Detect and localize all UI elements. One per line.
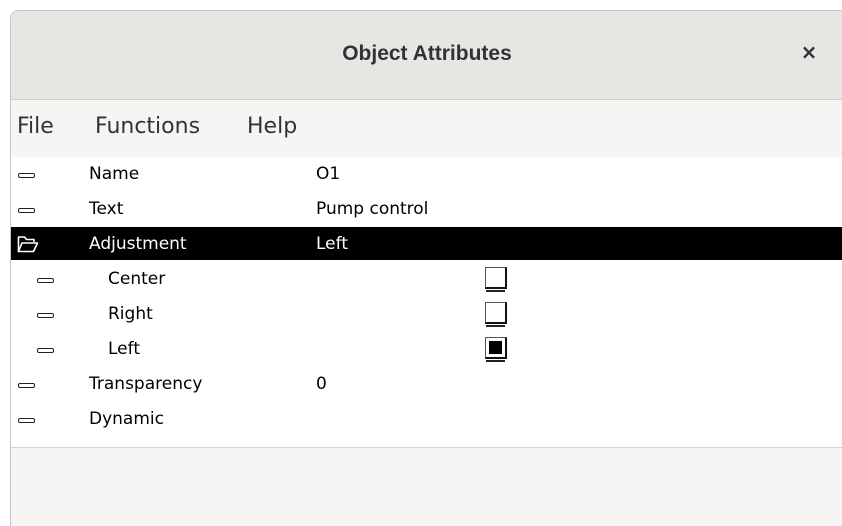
attribute-value: Pump control <box>316 199 429 219</box>
attribute-label: Adjustment <box>89 234 187 254</box>
attribute-label: Text <box>89 199 124 219</box>
menu-help[interactable]: Help <box>247 114 297 139</box>
option-label: Center <box>108 269 166 289</box>
center-checkbox[interactable] <box>485 267 507 292</box>
adjustment-option-left[interactable]: Left <box>11 332 842 366</box>
attribute-tree: Name O1 Text Pump control Adjustment Lef… <box>11 157 842 448</box>
attribute-row-adjustment[interactable]: Adjustment Left <box>11 227 842 260</box>
attribute-label: Name <box>89 164 140 184</box>
menu-bar: File Functions Help <box>11 100 842 156</box>
open-folder-icon[interactable] <box>17 235 39 253</box>
option-label: Left <box>108 339 140 359</box>
dash-icon <box>18 418 35 423</box>
attribute-row-transparency[interactable]: Transparency 0 <box>11 367 842 401</box>
attribute-row-text[interactable]: Text Pump control <box>11 192 842 226</box>
checkbox-fill <box>489 341 502 354</box>
attribute-value: Left <box>316 234 348 254</box>
option-label: Right <box>108 304 153 324</box>
dash-icon <box>37 348 54 353</box>
menu-functions[interactable]: Functions <box>95 114 200 139</box>
title-bar: Object Attributes × <box>11 11 842 100</box>
attribute-value: 0 <box>316 374 327 394</box>
attribute-label: Dynamic <box>89 409 164 429</box>
attribute-value: O1 <box>316 164 341 184</box>
right-checkbox[interactable] <box>485 302 507 327</box>
dash-icon <box>37 278 54 283</box>
adjustment-option-center[interactable]: Center <box>11 262 842 296</box>
left-checkbox[interactable] <box>485 337 507 362</box>
menu-file[interactable]: File <box>17 114 54 139</box>
attribute-label: Transparency <box>89 374 203 394</box>
object-attributes-window: Object Attributes × File Functions Help … <box>10 10 842 526</box>
close-button[interactable]: × <box>797 37 821 67</box>
attribute-row-name[interactable]: Name O1 <box>11 157 842 191</box>
dash-icon <box>18 208 35 213</box>
dash-icon <box>18 383 35 388</box>
dash-icon <box>18 173 35 178</box>
attribute-row-dynamic[interactable]: Dynamic <box>11 402 842 436</box>
dash-icon <box>37 313 54 318</box>
window-title: Object Attributes <box>342 42 512 65</box>
adjustment-option-right[interactable]: Right <box>11 297 842 331</box>
